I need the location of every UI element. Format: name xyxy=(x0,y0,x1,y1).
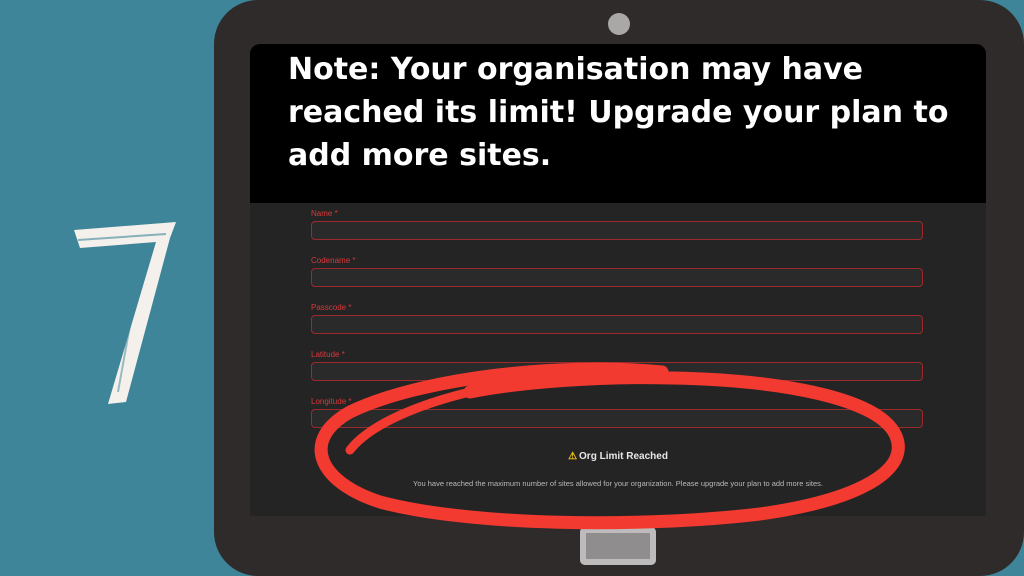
codename-input[interactable] xyxy=(311,268,923,287)
tablet-frame: Note: Your organisation may have reached… xyxy=(214,0,1024,576)
note-banner: Note: Your organisation may have reached… xyxy=(250,44,986,203)
note-text: Note: Your organisation may have reached… xyxy=(288,52,949,173)
latitude-label: Latitude * xyxy=(311,350,345,359)
name-label: Name * xyxy=(311,209,338,218)
longitude-input[interactable] xyxy=(311,409,923,428)
passcode-input[interactable] xyxy=(311,315,923,334)
org-limit-alert: ⚠ Org Limit Reached You have reached the … xyxy=(250,448,986,488)
codename-field: Codename * xyxy=(311,255,923,302)
name-field: Name * xyxy=(311,208,923,255)
warning-icon: ⚠ xyxy=(568,451,578,462)
longitude-label: Longitude * xyxy=(311,397,352,406)
camera-icon xyxy=(608,13,630,35)
alert-title: Org Limit Reached xyxy=(579,451,668,462)
add-site-form: Name * Codename * Passcode * Latitude * … xyxy=(311,208,923,443)
alert-title-row: ⚠ Org Limit Reached xyxy=(250,448,986,466)
name-input[interactable] xyxy=(311,221,923,240)
latitude-field: Latitude * xyxy=(311,349,923,396)
home-button[interactable] xyxy=(580,527,656,565)
step-number-seven xyxy=(74,222,176,404)
codename-label: Codename * xyxy=(311,256,356,265)
tablet-screen: Note: Your organisation may have reached… xyxy=(250,44,986,516)
latitude-input[interactable] xyxy=(311,362,923,381)
longitude-field: Longitude * xyxy=(311,396,923,443)
passcode-field: Passcode * xyxy=(311,302,923,349)
alert-message: You have reached the maximum number of s… xyxy=(413,479,823,488)
passcode-label: Passcode * xyxy=(311,303,352,312)
